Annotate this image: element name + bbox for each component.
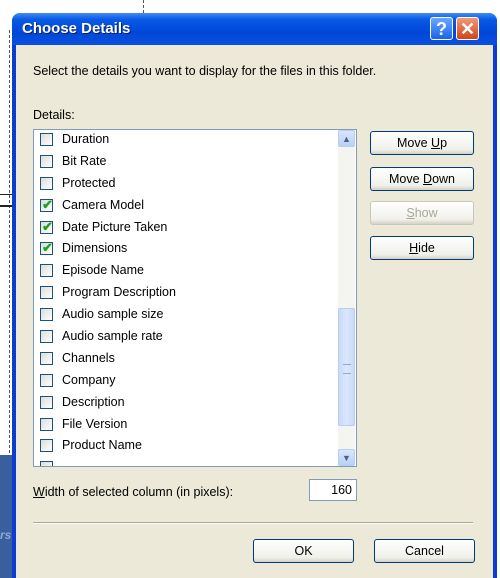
background-dashed-line-top: [143, 0, 144, 13]
description-text: Select the details you want to display f…: [33, 64, 377, 78]
cancel-button[interactable]: Cancel: [374, 539, 475, 563]
list-item-label: Audio sample size: [62, 307, 164, 322]
dialog-body: Select the details you want to display f…: [16, 45, 493, 578]
list-item[interactable]: Company: [34, 371, 334, 393]
column-width-label-rest: idth of selected column (in pixels):: [44, 485, 234, 499]
list-item[interactable]: Duration: [34, 130, 334, 152]
list-item-label: Audio sample rate: [62, 329, 163, 344]
list-item-label: Camera Model: [62, 197, 144, 212]
details-list[interactable]: Duration Bit Rate Protected ✔ Camera Model ✔ D…: [33, 129, 357, 467]
chevron-up-icon: ▲: [342, 134, 351, 144]
check-icon: ✔: [42, 218, 53, 234]
checkbox[interactable]: [40, 461, 53, 466]
scroll-grip: [343, 364, 351, 374]
list-item-label: Program Description: [62, 285, 176, 300]
list-item[interactable]: Bit Rate: [34, 152, 334, 174]
checkbox[interactable]: ✔: [40, 196, 53, 212]
column-width-input[interactable]: 160: [309, 479, 357, 501]
move-up-button[interactable]: Move Up: [370, 131, 474, 155]
checkbox[interactable]: [40, 373, 53, 387]
column-width-accesskey: W: [33, 485, 45, 499]
move-up-accesskey: U: [431, 136, 441, 150]
list-item-label: Product Name: [62, 438, 142, 453]
details-items: Duration Bit Rate Protected ✔ Camera Model ✔ D…: [34, 130, 334, 466]
list-item[interactable]: Channels: [34, 349, 334, 371]
column-width-label: Width of selected column (in pixels):: [33, 485, 233, 499]
checkbox[interactable]: [40, 417, 53, 431]
list-item[interactable]: ✔ Dimensions: [34, 239, 334, 261]
list-item[interactable]: Protected: [34, 174, 334, 196]
background-panel: [0, 455, 12, 578]
show-button[interactable]: Show: [370, 201, 474, 225]
show-accesskey: S: [406, 206, 415, 220]
check-icon: ✔: [42, 240, 53, 256]
title-bar[interactable]: Choose Details ? ✕: [12, 13, 497, 45]
checkbox[interactable]: [40, 176, 53, 190]
move-down-button[interactable]: Move Down: [370, 167, 474, 191]
background-text: rs: [0, 528, 12, 542]
list-item-label: File Version: [62, 416, 128, 431]
ok-button[interactable]: OK: [253, 539, 354, 563]
list-item[interactable]: Product Name: [34, 436, 334, 458]
show-label-rest: how: [414, 206, 438, 220]
scroll-thumb[interactable]: [338, 308, 355, 426]
scroll-down-button[interactable]: ▼: [338, 449, 355, 466]
list-item[interactable]: Episode Name: [34, 261, 334, 283]
checkbox[interactable]: ✔: [40, 240, 53, 256]
list-item[interactable]: Audio sample size: [34, 305, 334, 327]
list-item-label: Dimensions: [62, 241, 128, 256]
list-item[interactable]: ✔ Date Picture Taken: [34, 218, 334, 240]
move-down-label: Move: [388, 172, 424, 186]
hide-accesskey: H: [409, 241, 419, 255]
chevron-down-icon: ▼: [342, 453, 351, 463]
list-item[interactable]: ✔ Camera Model: [34, 196, 334, 218]
window-title: Choose Details: [22, 20, 131, 37]
checkbox[interactable]: [40, 286, 53, 300]
check-icon: ✔: [42, 196, 53, 212]
checkbox[interactable]: [40, 308, 53, 322]
help-button[interactable]: ?: [430, 17, 453, 40]
close-button[interactable]: ✕: [456, 17, 479, 40]
checkbox[interactable]: [40, 330, 53, 344]
scroll-up-button[interactable]: ▲: [338, 130, 355, 147]
list-item-label: Protected: [62, 175, 116, 190]
list-item[interactable]: Audio sample rate: [34, 327, 334, 349]
checkbox[interactable]: [40, 395, 53, 409]
checkbox[interactable]: ✔: [40, 218, 53, 234]
list-item[interactable]: Program Description: [34, 283, 334, 305]
checkbox[interactable]: [40, 133, 53, 146]
vertical-scrollbar[interactable]: ▲ ▼: [338, 130, 355, 466]
hide-button[interactable]: Hide: [370, 236, 474, 260]
list-item-label: Company: [62, 372, 116, 387]
checkbox[interactable]: [40, 264, 53, 278]
checkbox[interactable]: [40, 351, 53, 365]
help-icon: ?: [436, 19, 447, 39]
details-label: Details:: [33, 108, 75, 122]
list-item-label: Description: [62, 394, 125, 409]
close-icon: ✕: [459, 19, 476, 39]
move-down-accesskey: D: [423, 172, 433, 186]
checkbox[interactable]: [40, 154, 53, 168]
list-item[interactable]: [34, 458, 334, 466]
list-item-label: Channels: [62, 350, 115, 365]
list-item-label: Date Picture Taken: [62, 219, 168, 234]
move-down-label-rest: own: [432, 172, 455, 186]
list-item-label: Bit Rate: [62, 153, 107, 168]
move-up-label-rest: p: [440, 136, 448, 150]
list-item[interactable]: File Version: [34, 415, 334, 437]
checkbox[interactable]: [40, 439, 53, 453]
list-item-label: Duration: [62, 132, 110, 146]
list-item[interactable]: Description: [34, 393, 334, 415]
background-line: [0, 194, 12, 195]
choose-details-dialog: Choose Details ? ✕ Select the details yo…: [12, 13, 497, 578]
move-up-label: Move: [396, 136, 432, 150]
list-item-label: Episode Name: [62, 263, 144, 278]
separator: [33, 522, 473, 524]
hide-label-rest: ide: [418, 241, 435, 255]
